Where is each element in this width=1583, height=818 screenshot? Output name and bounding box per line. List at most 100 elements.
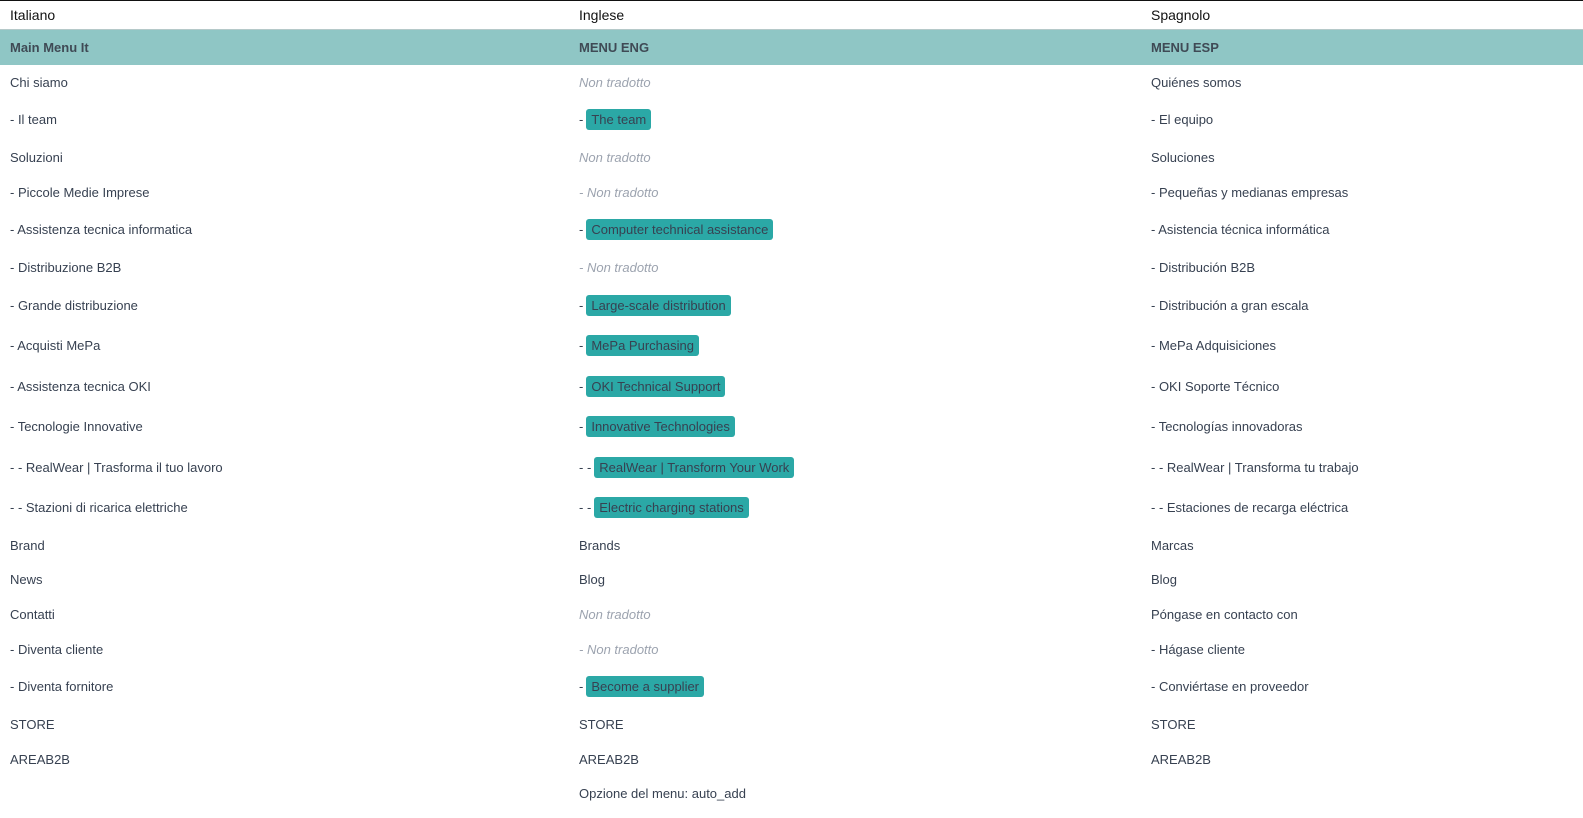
- table-row: Opzione del menu: auto_add: [0, 776, 1583, 811]
- italian-label: - Acquisti MePa: [10, 338, 101, 353]
- table-row: AREAB2B AREAB2B AREAB2B: [0, 742, 1583, 777]
- spanish-label: - Conviértase en proveedor: [1151, 679, 1309, 695]
- translation-badge[interactable]: The team: [586, 109, 652, 131]
- not-translated-label: Non tradotto: [586, 184, 659, 200]
- indent-prefix: -: [579, 338, 584, 353]
- english-cell: STORE: [579, 716, 624, 732]
- english-cell: - Large-scale distribution: [579, 294, 731, 316]
- indent-prefix: -: [579, 259, 584, 275]
- indent-prefix: -: [579, 184, 584, 200]
- italian-label: - Assistenza tecnica OKI: [10, 378, 151, 394]
- english-cell: - The team: [579, 109, 652, 131]
- not-translated-label: Non tradotto: [579, 606, 651, 622]
- english-cell: - Non tradotto: [579, 185, 659, 200]
- table-row: - Tecnologie Innovative - Innovative Techn…: [0, 406, 1583, 447]
- spanish-label: - Distribución a gran escala: [1151, 297, 1309, 313]
- translation-badge[interactable]: MePa Purchasing: [586, 335, 699, 356]
- indent-prefix: -: [579, 679, 584, 695]
- english-cell: Brands: [579, 537, 621, 553]
- spanish-label: - - RealWear | Transforma tu trabajo: [1151, 459, 1359, 475]
- table-row: - Piccole Medie Imprese - Non tradotto - P…: [0, 175, 1583, 210]
- spanish-label: - Pequeñas y medianas empresas: [1151, 184, 1349, 200]
- english-cell: Non tradotto: [579, 75, 651, 90]
- indent-prefix: - -: [579, 500, 592, 515]
- spanish-label: - - Estaciones de recarga eléctrica: [1151, 500, 1349, 515]
- menu-name-it: Main Menu It: [10, 40, 89, 55]
- italian-label: - Diventa fornitore: [10, 679, 114, 695]
- not-translated-label: Non tradotto: [579, 74, 651, 90]
- indent-prefix: -: [579, 297, 584, 313]
- table-row: - Diventa cliente - Non tradotto - Hágase …: [0, 632, 1583, 667]
- english-cell: - Non tradotto: [579, 260, 659, 275]
- column-headers: Italiano Inglese Spagnolo: [0, 1, 1583, 29]
- table-row: - Il team - The team - El equipo: [0, 100, 1583, 141]
- spanish-label: Blog: [1151, 572, 1178, 588]
- italian-label: - Assistenza tecnica informatica: [10, 222, 193, 238]
- italian-label: AREAB2B: [10, 751, 70, 767]
- translation-badge[interactable]: Electric charging stations: [594, 497, 749, 518]
- italian-label: - Piccole Medie Imprese: [10, 184, 150, 200]
- spanish-label: Marcas: [1151, 537, 1194, 553]
- translation-table: Italiano Inglese Spagnolo Main Menu It M…: [0, 1, 1583, 811]
- table-row: - - Stazioni di ricarica elettriche - - El…: [0, 487, 1583, 528]
- italian-label: - Diventa cliente: [10, 641, 104, 657]
- italian-label: Brand: [10, 537, 45, 553]
- table-row: Brand Brands Marcas: [0, 528, 1583, 563]
- table-row: - Assistenza tecnica informatica - Compute…: [0, 210, 1583, 251]
- table-row: - Distribuzione B2B - Non tradotto - Distr…: [0, 250, 1583, 285]
- table-row: - Diventa fornitore - Become a supplier - C…: [0, 667, 1583, 708]
- italian-label: Soluzioni: [10, 150, 63, 166]
- translation-badge[interactable]: Computer technical assistance: [586, 219, 774, 241]
- translation-badge[interactable]: Become a supplier: [586, 676, 705, 698]
- spanish-label: Soluciones: [1151, 150, 1215, 166]
- italian-label: - Distribuzione B2B: [10, 259, 122, 275]
- english-cell: - - Electric charging stations: [579, 497, 749, 518]
- english-cell: - MePa Purchasing: [579, 335, 699, 356]
- spanish-label: - OKI Soporte Técnico: [1151, 378, 1280, 394]
- english-cell: - Non tradotto: [579, 642, 659, 657]
- menu-header-row: Main Menu It MENU ENG MENU ESP: [0, 29, 1583, 65]
- column-italiano: Italiano: [10, 7, 56, 23]
- spanish-label: - Hágase cliente: [1151, 641, 1245, 657]
- english-cell: AREAB2B: [579, 751, 639, 767]
- table-row: News Blog Blog: [0, 562, 1583, 597]
- spanish-label: - MePa Adquisiciones: [1151, 338, 1277, 353]
- table-row: Chi siamo Non tradotto Quiénes somos: [0, 65, 1583, 100]
- menu-name-es: MENU ESP: [1151, 40, 1219, 55]
- italian-label: Chi siamo: [10, 74, 68, 90]
- spanish-label: - Distribución B2B: [1151, 259, 1256, 275]
- translation-badge[interactable]: OKI Technical Support: [586, 375, 726, 397]
- italian-label: - - Stazioni di ricarica elettriche: [10, 500, 188, 515]
- translation-badge[interactable]: RealWear | Transform Your Work: [594, 456, 795, 478]
- spanish-label: STORE: [1151, 716, 1196, 732]
- spanish-label: AREAB2B: [1151, 751, 1211, 767]
- indent-prefix: -: [579, 378, 584, 394]
- table-row: Contatti Non tradotto Póngase en contacto …: [0, 597, 1583, 632]
- indent-prefix: -: [579, 222, 584, 238]
- spanish-label: Quiénes somos: [1151, 74, 1242, 90]
- english-cell: - Computer technical assistance: [579, 219, 774, 241]
- spanish-label: - El equipo: [1151, 112, 1214, 128]
- spanish-label: - Tecnologías innovadoras: [1151, 419, 1303, 434]
- not-translated-label: Non tradotto: [586, 259, 659, 275]
- italian-label: News: [10, 572, 43, 588]
- italian-label: - - RealWear | Trasforma il tuo lavoro: [10, 459, 223, 475]
- english-cell: - Become a supplier: [579, 676, 705, 698]
- english-cell: Non tradotto: [579, 607, 651, 622]
- table-row: - - RealWear | Trasforma il tuo lavoro - …: [0, 447, 1583, 488]
- column-inglese: Inglese: [579, 7, 625, 23]
- english-cell: - Innovative Technologies: [579, 416, 735, 437]
- english-cell: - OKI Technical Support: [579, 375, 726, 397]
- translation-badge[interactable]: Large-scale distribution: [586, 294, 731, 316]
- italian-label: Contatti: [10, 606, 55, 622]
- indent-prefix: -: [579, 419, 584, 434]
- italian-label: - Grande distribuzione: [10, 297, 138, 313]
- menu-name-en: MENU ENG: [579, 40, 650, 55]
- table-row: - Grande distribuzione - Large-scale distr…: [0, 285, 1583, 326]
- table-row: STORE STORE STORE: [0, 707, 1583, 742]
- not-translated-label: Non tradotto: [586, 641, 659, 657]
- indent-prefix: -: [579, 641, 584, 657]
- translation-badge[interactable]: Innovative Technologies: [586, 416, 735, 437]
- english-cell: Non tradotto: [579, 150, 651, 165]
- english-cell: - - RealWear | Transform Your Work: [579, 456, 795, 478]
